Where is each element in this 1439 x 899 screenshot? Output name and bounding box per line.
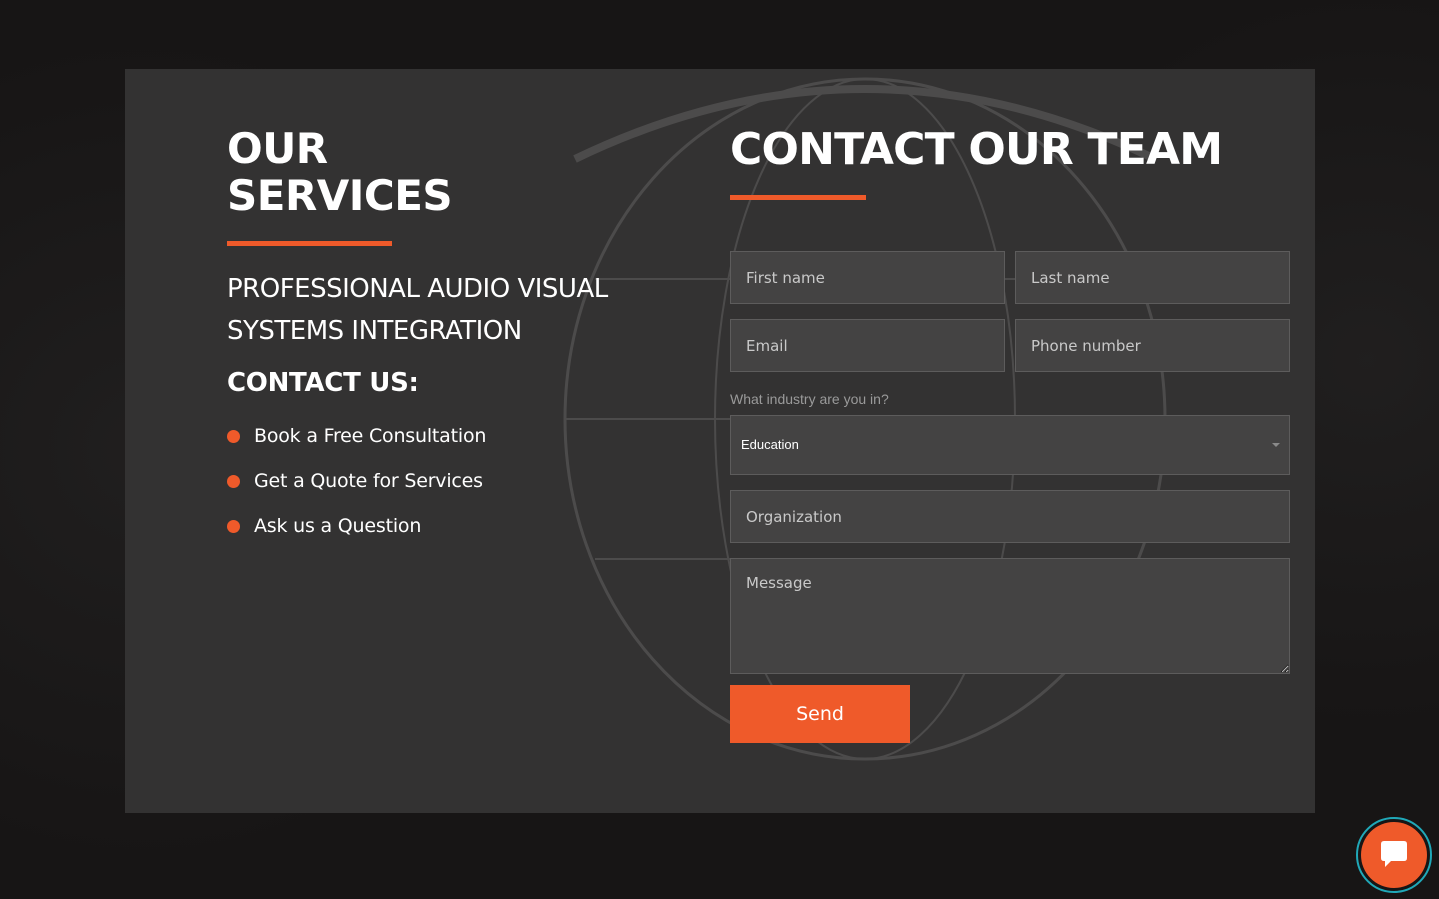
chat-bubble-icon: [1381, 841, 1407, 867]
get-quote-link[interactable]: Get a Quote for Services: [227, 458, 486, 503]
contact-form-title: CONTACT OUR TEAM: [730, 124, 1223, 175]
phone-input[interactable]: [1015, 319, 1290, 372]
page: OUR SERVICES PROFESSIONAL AUDIO VISUAL S…: [0, 0, 1439, 899]
first-name-input[interactable]: [730, 251, 1005, 304]
ask-question-link[interactable]: Ask us a Question: [227, 503, 486, 548]
industry-selected-value: Education: [741, 437, 799, 452]
message-textarea[interactable]: [730, 558, 1290, 674]
bullet-icon: [227, 519, 240, 533]
email-input[interactable]: [730, 319, 1005, 372]
chevron-down-icon: [1272, 443, 1280, 447]
services-subtitle-line2: SYSTEMS INTEGRATION: [227, 316, 522, 346]
link-label: Get a Quote for Services: [254, 469, 483, 492]
book-consultation-link[interactable]: Book a Free Consultation: [227, 413, 486, 458]
chat-widget-circle: [1361, 822, 1427, 888]
link-label: Ask us a Question: [254, 514, 422, 537]
send-button[interactable]: Send: [730, 685, 910, 743]
last-name-input[interactable]: [1015, 251, 1290, 304]
link-label: Book a Free Consultation: [254, 424, 487, 447]
contact-title-underline: [730, 195, 866, 200]
bullet-icon: [227, 429, 240, 443]
bullet-icon: [227, 474, 240, 488]
services-title-underline: [227, 241, 392, 246]
chat-widget-button[interactable]: [1356, 817, 1432, 893]
services-subtitle-line1: PROFESSIONAL AUDIO VISUAL: [227, 274, 608, 304]
contact-us-heading: CONTACT US:: [227, 368, 419, 398]
services-subtitle: PROFESSIONAL AUDIO VISUAL SYSTEMS INTEGR…: [227, 268, 647, 352]
organization-input[interactable]: [730, 490, 1290, 543]
services-title: OUR SERVICES: [227, 125, 527, 219]
services-title-line1: OUR: [227, 124, 328, 173]
industry-select[interactable]: Education: [730, 415, 1290, 475]
services-title-line2: SERVICES: [227, 171, 453, 220]
contact-section: OUR SERVICES PROFESSIONAL AUDIO VISUAL S…: [125, 69, 1315, 813]
contact-links-list: Book a Free Consultation Get a Quote for…: [227, 413, 486, 548]
industry-label: What industry are you in?: [730, 391, 889, 407]
